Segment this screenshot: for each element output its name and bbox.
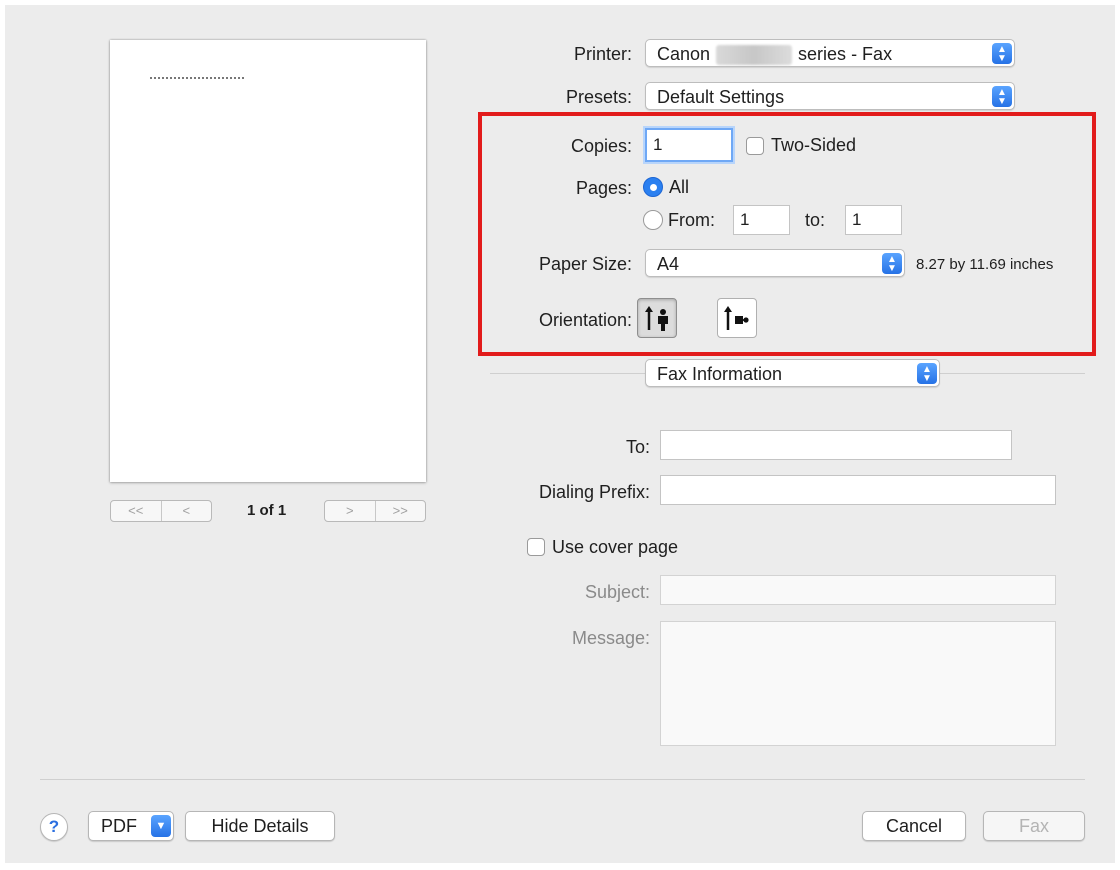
help-button[interactable]: ? [40,813,68,841]
last-page-button[interactable]: >> [374,501,426,521]
previous-page-button[interactable]: < [160,501,212,521]
page-preview [110,40,426,482]
landscape-icon [724,306,749,330]
dialing-prefix-label: Dialing Prefix: [538,482,650,502]
dialing-prefix-input[interactable] [660,475,1056,505]
paper-size-label: Paper Size: [538,254,632,274]
copies-label: Copies: [570,136,632,156]
to-label: To: [625,437,650,457]
pages-all-label: All [669,177,690,197]
pdf-menu-button[interactable]: PDF ▼ [88,811,174,841]
hide-details-button[interactable]: Hide Details [185,811,335,841]
pages-to-input[interactable]: 1 [845,205,902,235]
printer-label: Printer: [573,44,632,64]
pages-from-label: From: [668,210,715,230]
redacted-model [716,45,793,66]
footer-separator [40,779,1085,780]
copies-input[interactable]: 1 [645,128,733,162]
two-sided-checkbox[interactable] [746,137,764,155]
pages-all-radio[interactable] [643,177,663,197]
pages-to-label: to: [805,210,826,230]
message-label: Message: [571,628,650,648]
cancel-button[interactable]: Cancel [862,811,966,841]
section-popup-value: Fax Information [657,364,783,384]
preview-back-nav: << < [110,500,212,522]
chevron-down-icon: ▼ [151,815,171,837]
cover-page-checkbox[interactable] [527,538,545,556]
popup-stepper-icon: ▲ ▼ [992,43,1012,64]
next-page-button[interactable]: > [325,501,375,521]
presets-value: Default Settings [657,87,785,107]
landscape-orientation-button[interactable] [717,298,757,338]
orientation-label: Orientation: [538,310,632,330]
paper-size-value: A4 [657,254,680,274]
pdf-label: PDF [101,816,137,836]
subject-input[interactable] [660,575,1056,605]
portrait-icon [645,306,668,331]
printer-name-suffix: series - Fax [798,44,893,64]
pages-from-input[interactable]: 1 [733,205,790,235]
to-input[interactable] [660,430,1012,460]
popup-stepper-icon: ▲ ▼ [882,253,902,274]
two-sided-label: Two-Sided [771,135,857,155]
message-textarea[interactable] [660,621,1056,746]
cover-page-label: Use cover page [552,537,679,557]
presets-label: Presets: [565,87,632,107]
page-count: 1 of 1 [247,502,287,519]
paper-size-popup[interactable]: A4 ▲ ▼ [645,249,905,277]
fax-button[interactable]: Fax [983,811,1085,841]
presets-popup[interactable]: Default Settings ▲ ▼ [645,82,1015,110]
popup-stepper-icon: ▲ ▼ [917,363,937,384]
paper-size-dimensions: 8.27 by 11.69 inches [916,256,1054,273]
portrait-orientation-button[interactable] [637,298,677,338]
preview-content-line [150,77,244,79]
preview-forward-nav: > >> [324,500,426,522]
first-page-button[interactable]: << [111,501,161,521]
pages-from-radio[interactable] [643,210,663,230]
pages-label: Pages: [575,178,632,198]
printer-name-prefix: Canon [657,44,711,64]
popup-stepper-icon: ▲ ▼ [992,86,1012,107]
subject-label: Subject: [584,582,650,602]
printer-popup[interactable]: Canon series - Fax ▲ ▼ [645,39,1015,67]
section-popup[interactable]: Fax Information ▲ ▼ [645,359,940,387]
